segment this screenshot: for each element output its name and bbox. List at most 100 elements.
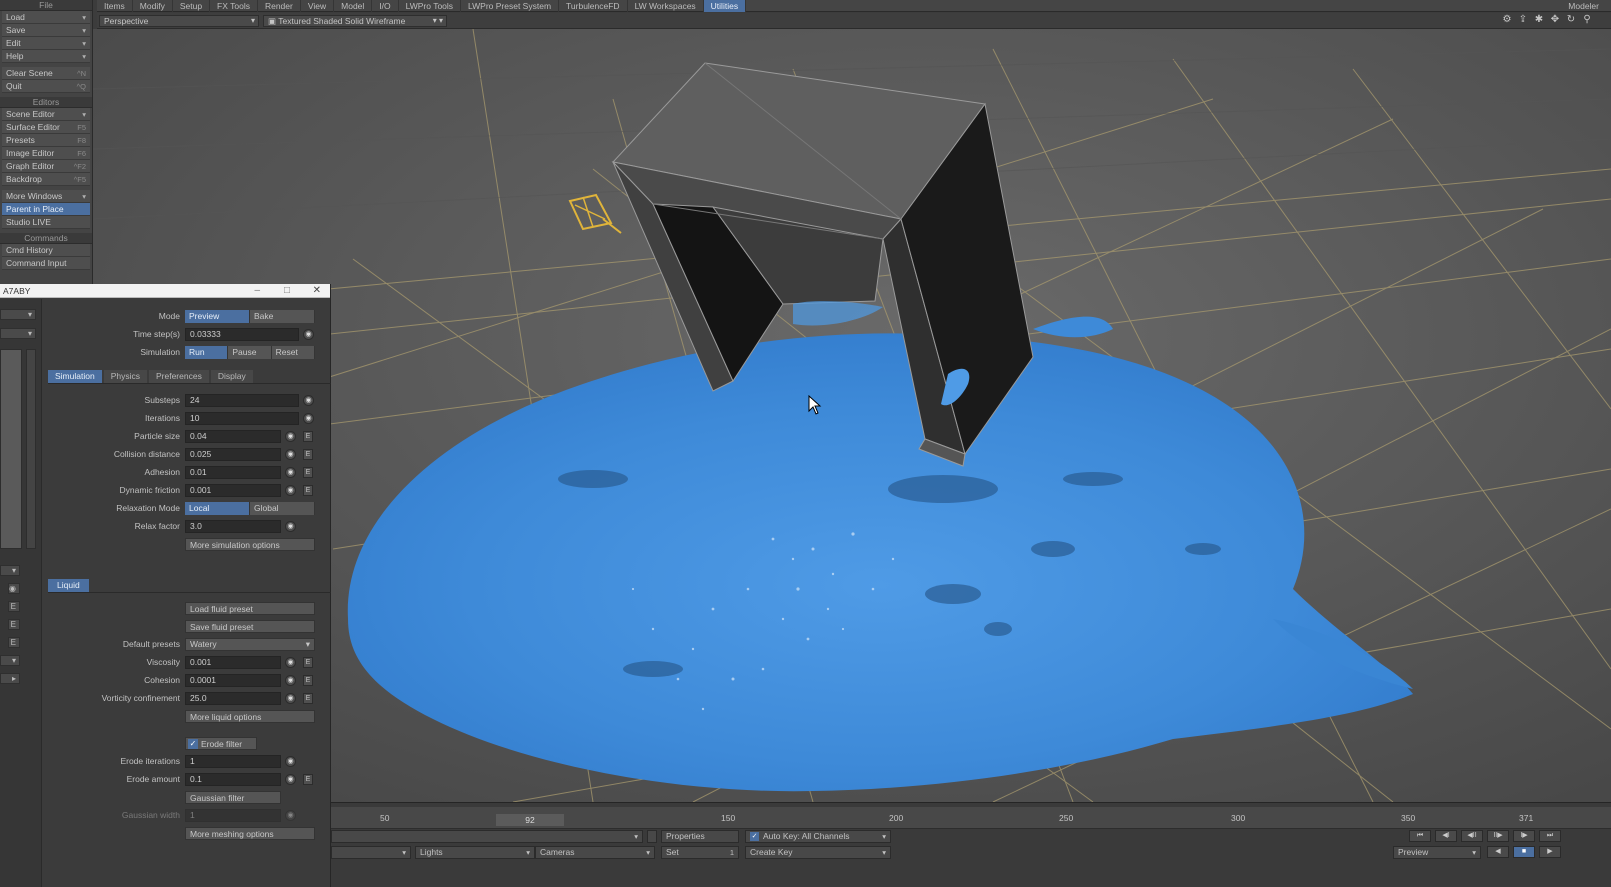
side-select-5[interactable]: ▸: [0, 673, 20, 684]
timeline-ruler[interactable]: 50 92 150 200 250 300 350 371: [331, 807, 1611, 829]
cmd-history-button[interactable]: Cmd History: [2, 244, 90, 257]
more-simulation-options-button[interactable]: More simulation options: [185, 538, 315, 551]
side-e-1[interactable]: E: [8, 601, 20, 612]
more-liquid-options-button[interactable]: More liquid options: [185, 710, 315, 723]
pause-button[interactable]: Pause: [228, 346, 272, 359]
settings-icon[interactable]: ✱: [1533, 14, 1545, 26]
shading-mode-select[interactable]: ▣ Textured Shaded Solid Wireframe ▾ ▾: [263, 15, 447, 27]
menu-modify[interactable]: Modify: [133, 0, 173, 12]
command-input-button[interactable]: Command Input: [2, 257, 90, 270]
backdrop-button[interactable]: Backdrop ^F5: [2, 173, 90, 186]
more-meshing-options-button[interactable]: More meshing options: [185, 827, 315, 840]
mode-bake-button[interactable]: Bake: [250, 310, 315, 323]
eye-icon[interactable]: ◉: [8, 583, 20, 594]
item-icon[interactable]: [647, 830, 657, 843]
vorticity-input[interactable]: 25.0: [185, 692, 281, 705]
liquid-section-header[interactable]: Liquid: [48, 579, 331, 593]
eye-icon[interactable]: ◉: [285, 521, 296, 532]
collision-distance-input[interactable]: 0.025: [185, 448, 281, 461]
dynamic-friction-input[interactable]: 0.001: [185, 484, 281, 497]
erode-amount-input[interactable]: 0.1: [185, 773, 281, 786]
help-button[interactable]: Help ▾: [2, 50, 90, 63]
eye-icon[interactable]: ◉: [303, 395, 314, 406]
tab-simulation[interactable]: Simulation: [48, 370, 102, 383]
more-windows-button[interactable]: More Windows ▾: [2, 190, 90, 203]
lights-select[interactable]: Lights ▾: [415, 846, 535, 859]
erode-iterations-input[interactable]: 1: [185, 755, 281, 768]
particle-size-input[interactable]: 0.04: [185, 430, 281, 443]
viscosity-input[interactable]: 0.001: [185, 656, 281, 669]
erode-filter-checkbox[interactable]: ✓ Erode filter: [185, 737, 257, 750]
cohesion-input[interactable]: 0.0001: [185, 674, 281, 687]
envelope-button[interactable]: E: [303, 449, 313, 460]
stop-icon[interactable]: ■: [1513, 846, 1535, 858]
substeps-input[interactable]: 24: [185, 394, 299, 407]
side-scrollbar[interactable]: [26, 349, 36, 549]
tab-physics[interactable]: Physics: [103, 370, 147, 383]
save-fluid-preset-button[interactable]: Save fluid preset: [185, 620, 315, 633]
default-presets-select[interactable]: Watery ▾: [185, 638, 315, 651]
envelope-button[interactable]: E: [303, 774, 313, 785]
surface-editor-button[interactable]: Surface Editor F5: [2, 121, 90, 134]
iterations-input[interactable]: 10: [185, 412, 299, 425]
panel-titlebar[interactable]: A7ABY – □ ✕: [0, 284, 330, 298]
menu-utilities[interactable]: Utilities: [703, 0, 747, 12]
envelope-button[interactable]: E: [303, 657, 313, 668]
view-mode-select[interactable]: Perspective ▾: [99, 15, 259, 27]
side-e-3[interactable]: E: [8, 637, 20, 648]
current-frame-slider[interactable]: 92: [496, 814, 564, 826]
side-select-1[interactable]: ▾: [0, 309, 36, 320]
menu-lw-workspaces[interactable]: LW Workspaces: [628, 0, 704, 12]
eye-icon[interactable]: ◉: [303, 413, 314, 424]
eye-icon[interactable]: ◉: [285, 431, 296, 442]
eye-icon[interactable]: ◉: [285, 675, 296, 686]
tab-display[interactable]: Display: [210, 370, 253, 383]
menu-io[interactable]: I/O: [372, 0, 399, 12]
play-icon[interactable]: ▶: [1539, 846, 1561, 858]
relax-factor-input[interactable]: 3.0: [185, 520, 281, 533]
side-list[interactable]: [0, 349, 22, 549]
menu-turbulencefd[interactable]: TurbulenceFD: [559, 0, 628, 12]
side-select-2[interactable]: ▾: [0, 328, 36, 339]
load-button[interactable]: Load ▾: [2, 11, 90, 24]
last-frame-button[interactable]: ⏭: [1539, 830, 1561, 842]
side-e-2[interactable]: E: [8, 619, 20, 630]
tab-preferences[interactable]: Preferences: [148, 370, 209, 383]
objects-select[interactable]: ▾: [331, 846, 411, 859]
save-button[interactable]: Save ▾: [2, 24, 90, 37]
clear-scene-button[interactable]: Clear Scene ^N: [2, 67, 90, 80]
side-select-4[interactable]: ▾: [0, 655, 20, 666]
side-select-3[interactable]: ▾: [0, 565, 20, 576]
mode-preview-button[interactable]: Preview: [185, 310, 250, 323]
auto-key-select[interactable]: ✓ Auto Key: All Channels ▾: [745, 830, 891, 843]
load-fluid-preset-button[interactable]: Load fluid preset: [185, 602, 315, 615]
modeler-switch[interactable]: Modeler: [1556, 1, 1611, 11]
graph-editor-button[interactable]: Graph Editor ^F2: [2, 160, 90, 173]
gaussian-width-input[interactable]: 1: [185, 809, 281, 822]
next-frame-button[interactable]: II▶: [1487, 830, 1509, 842]
create-key-button[interactable]: Create Key ▾: [745, 846, 891, 859]
menu-setup[interactable]: Setup: [173, 0, 211, 12]
eye-icon[interactable]: ◉: [285, 756, 296, 767]
image-editor-button[interactable]: Image Editor F6: [2, 147, 90, 160]
maximize-icon[interactable]: □: [284, 284, 290, 298]
eye-icon[interactable]: ◉: [303, 329, 314, 340]
envelope-button[interactable]: E: [303, 693, 313, 704]
menu-model[interactable]: Model: [334, 0, 373, 12]
close-icon[interactable]: ✕: [313, 284, 321, 298]
item-select[interactable]: ▾: [331, 830, 643, 843]
zoom-icon[interactable]: ⚲: [1581, 14, 1593, 26]
scene-editor-button[interactable]: Scene Editor ▾: [2, 108, 90, 121]
menu-view[interactable]: View: [301, 0, 335, 12]
cameras-select[interactable]: Cameras ▾: [535, 846, 655, 859]
menu-items[interactable]: Items: [97, 0, 133, 12]
envelope-button[interactable]: E: [303, 467, 313, 478]
presets-button[interactable]: Presets F8: [2, 134, 90, 147]
eye-icon[interactable]: ◉: [285, 774, 296, 785]
minimize-icon[interactable]: –: [254, 284, 260, 298]
gaussian-filter-button[interactable]: Gaussian filter: [185, 791, 281, 804]
studio-live-button[interactable]: Studio LIVE: [2, 216, 90, 229]
preview-select[interactable]: Preview ▾: [1393, 846, 1481, 859]
eye-icon[interactable]: ◉: [285, 467, 296, 478]
envelope-button[interactable]: E: [303, 675, 313, 686]
